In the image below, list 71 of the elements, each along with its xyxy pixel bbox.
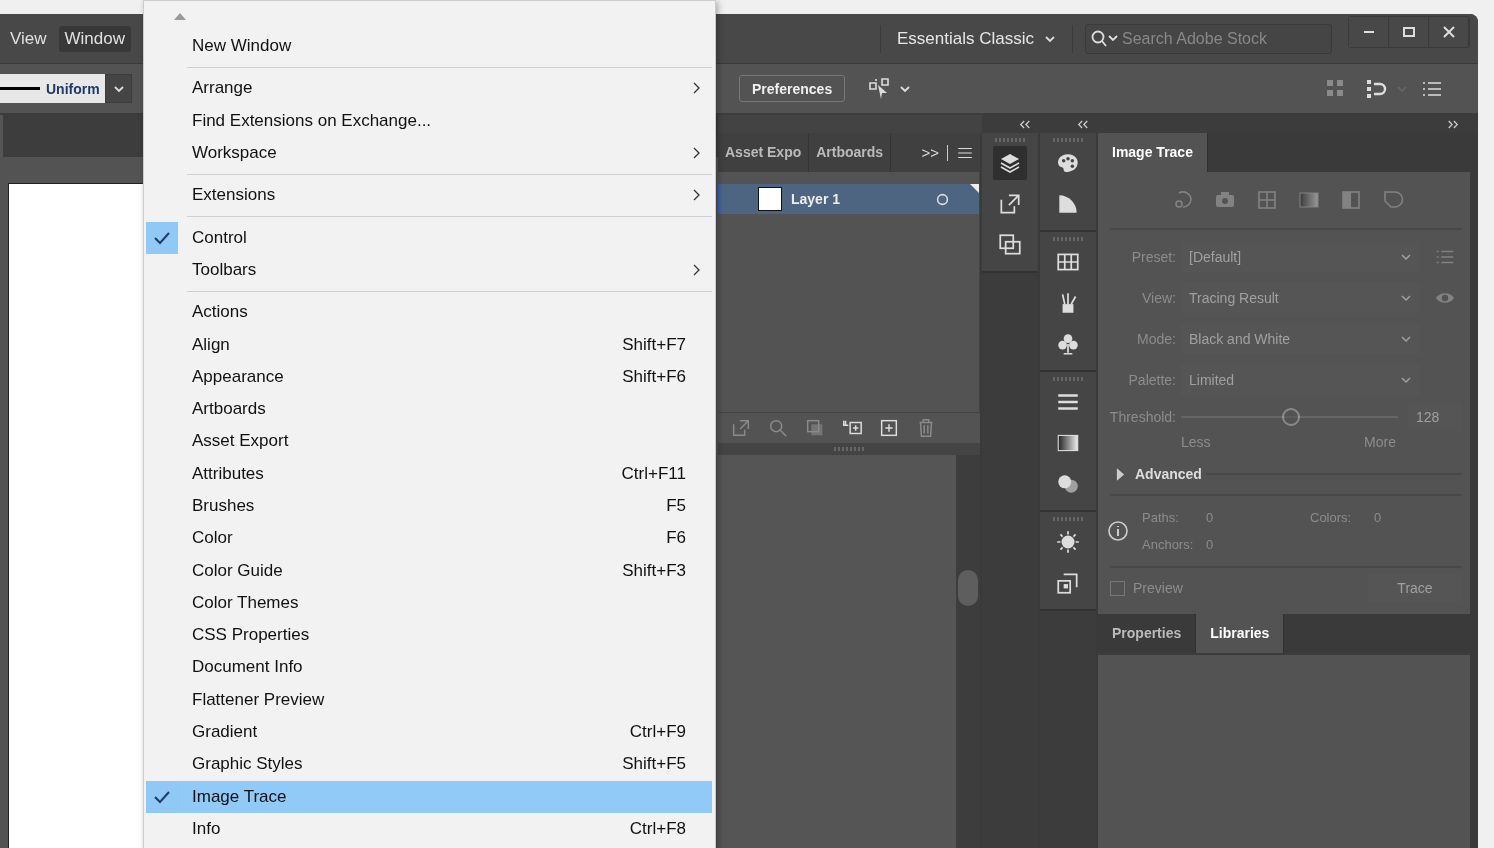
overflow-button[interactable]: >> [921,144,939,161]
menu-item[interactable]: Toolbars [146,253,712,287]
search-input[interactable]: Search Adobe Stock [1120,29,1322,48]
stroke-profile-dropdown[interactable]: Uniform [0,74,105,103]
panel-tab[interactable]: Libraries [1196,614,1285,653]
info-icon [1106,519,1130,543]
scroll-up-icon[interactable] [174,12,186,20]
layer-thumbnail [758,187,782,211]
stat-label: Anchors: [1142,537,1195,552]
layer-row[interactable]: Layer 1 [718,184,979,214]
menu-item[interactable]: Appearance Shift+F6 [146,360,712,393]
layer-name: Layer 1 [791,191,841,207]
menu-item[interactable]: Extensions [146,179,712,212]
panel-tab[interactable]: Artboards [809,133,892,172]
collapse-icon[interactable] [1077,119,1089,129]
menu-item[interactable]: Control [146,221,712,254]
minimize-icon [1363,30,1374,33]
checkbox-label: Preview [1133,580,1183,596]
menu-item[interactable]: New Window [146,30,712,63]
close-icon [1440,23,1457,40]
menu-item[interactable]: Find Extensions on Exchange... [146,104,712,137]
menu-item[interactable]: Asset Export [146,425,712,458]
menu-item[interactable]: Attributes Ctrl+F11 [146,457,712,490]
menu-item[interactable]: Actions [146,296,712,329]
preferences-button[interactable]: Preferences [739,75,846,102]
menu-item[interactable]: Graphic Styles Shift+F5 [146,748,712,781]
stat-label: Paths: [1142,510,1180,525]
gripper-icon[interactable] [834,447,864,451]
field-label: Threshold: [1108,409,1177,425]
workspace-switcher[interactable]: Essentials Classic [893,28,1060,49]
menu-item[interactable]: Color Guide Shift+F3 [146,554,712,587]
dropdown-button[interactable] [105,74,132,103]
sun-icon[interactable] [1055,528,1081,555]
slider-max-label: More [1364,434,1396,452]
field-label: View: [1141,289,1177,306]
menu-item[interactable]: Align Shift+F7 [146,328,712,361]
menu-bar-item[interactable]: View [4,25,53,52]
menu-item[interactable]: Flattener Preview [146,683,712,716]
collapse-icon[interactable] [1019,119,1031,129]
menu-item[interactable]: Document Info [146,651,712,684]
menu-item[interactable]: Gradient Ctrl+F9 [146,715,712,749]
duplicate-icon[interactable] [997,231,1023,258]
search-icon[interactable] [1090,28,1120,49]
menu-item[interactable]: Brushes F5 [146,489,712,523]
layers-icon[interactable] [993,145,1027,180]
threshold-slider[interactable] [1181,407,1398,427]
menu-bar-item[interactable]: Window [58,25,131,52]
gripper-icon[interactable] [1053,377,1083,381]
gripper-icon[interactable] [995,138,1025,142]
menu-item[interactable]: Color F6 [146,522,712,555]
menu-item[interactable]: Artboards [146,392,712,426]
menu-item[interactable]: Workspace [146,136,712,170]
menu-item[interactable]: Color Themes [146,586,712,620]
stat-label: Colors: [1310,510,1353,525]
gripper-icon[interactable] [1053,237,1083,241]
gripper-icon[interactable] [1053,517,1083,521]
field-label: Mode: [1136,330,1177,347]
menu-item[interactable]: Arrange [146,72,712,105]
corner-icon [970,184,979,193]
menu-item[interactable]: Info Ctrl+F8 [146,812,712,846]
scrollbar-thumb[interactable] [958,570,978,606]
field-label: Preset: [1130,248,1177,265]
field-label: Palette: [1127,371,1177,388]
add-icon[interactable] [878,417,900,439]
gripper-icon[interactable] [1053,138,1083,142]
search-field[interactable]: Search Adobe Stock [1085,23,1332,54]
panel-tab[interactable]: Asset Expo [718,133,810,172]
slider-min-label: Less [1181,434,1211,452]
expand-icon[interactable] [1447,119,1459,129]
menu-item[interactable]: CSS Properties [146,619,712,652]
target-icon[interactable] [936,192,949,206]
